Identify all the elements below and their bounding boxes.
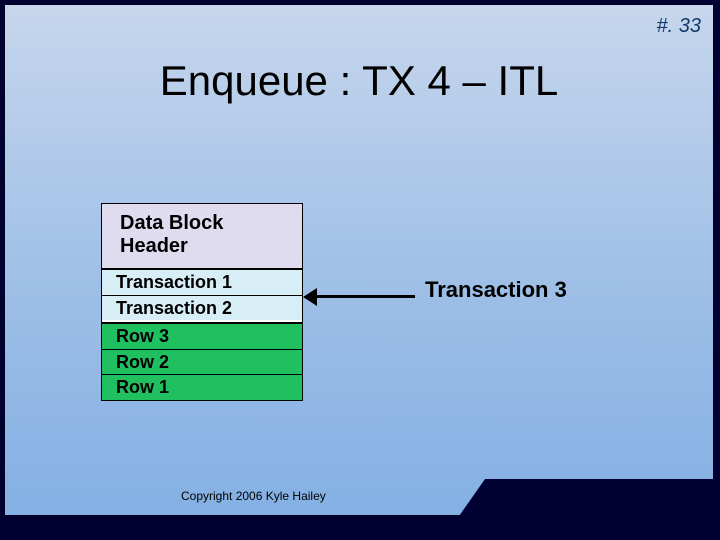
slide-title: Enqueue : TX 4 – ITL [5,57,713,105]
corner-wedge-decoration [457,479,720,519]
data-block-diagram: Data Block Header Transaction 1 Transact… [101,203,303,401]
header-text-line2: Header [120,235,188,257]
pending-transaction-label: Transaction 3 [425,277,567,303]
header-text-line1: Data Block [120,212,223,234]
data-row-2: Row 2 [102,349,302,375]
data-block-header: Data Block Header [102,204,302,269]
itl-slot-1: Transaction 1 [102,269,302,295]
data-row-3: Row 3 [102,322,302,349]
slide-frame: #. 33 Enqueue : TX 4 – ITL Data Block He… [0,0,720,540]
page-number: #. 33 [657,15,701,38]
arrow-head-icon [303,288,317,306]
itl-slot-2: Transaction 2 [102,295,302,321]
arrow-shaft [311,295,415,298]
slide-body: #. 33 Enqueue : TX 4 – ITL Data Block He… [4,4,714,516]
data-row-1: Row 1 [102,374,302,400]
copyright-text: Copyright 2006 Kyle Hailey [181,489,326,503]
